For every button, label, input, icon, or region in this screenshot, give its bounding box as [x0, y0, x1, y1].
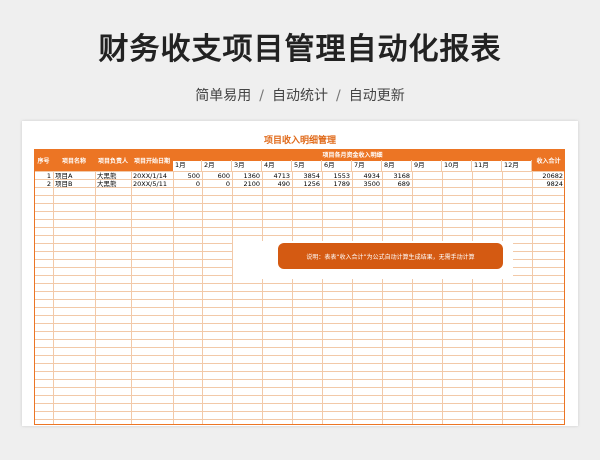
table-cell: 20682 — [542, 172, 563, 180]
header-owner: 项目负责人 — [97, 157, 128, 165]
header-total: 收入合计 — [536, 157, 561, 165]
table-cell: 项目A — [55, 172, 73, 180]
table-cell: 大黑熊 — [97, 172, 117, 180]
table-cell: 3854 — [303, 172, 320, 180]
grid-column-line — [202, 171, 203, 424]
table-border — [34, 149, 35, 425]
table-cell: 9824 — [546, 180, 563, 188]
table-cell — [502, 180, 532, 188]
month-header-cell: 7月 — [352, 160, 382, 171]
table-cell: 项目B — [55, 180, 73, 188]
table-cell: 689 — [397, 180, 410, 188]
month-header-cell: 5月 — [292, 160, 322, 171]
subtitle-separator: / — [336, 88, 341, 104]
table-cell — [412, 172, 442, 180]
table-cell: 0 — [225, 180, 230, 188]
month-header-cell: 3月 — [232, 160, 262, 171]
table-cell: 20XX/1/14 — [133, 172, 167, 180]
subtitle-item-update: 自动更新 — [348, 88, 405, 104]
grid-column-line — [412, 171, 413, 424]
subtitle-separator: / — [259, 88, 264, 104]
table-cell: 2 — [46, 180, 51, 188]
month-header-cell: 4月 — [262, 160, 292, 171]
table-cell: 3500 — [363, 180, 380, 188]
grid-column-line — [262, 171, 263, 424]
grid-column-line — [352, 171, 353, 424]
month-header-cell: 11月 — [472, 160, 502, 171]
grid-column-line — [53, 171, 54, 424]
grid-column-line — [173, 171, 174, 424]
month-header-cell: 6月 — [322, 160, 352, 171]
table-cell: 1 — [46, 172, 51, 180]
month-header-cell: 9月 — [412, 160, 442, 171]
subtitle-item-stats: 自动统计 — [272, 88, 328, 104]
formula-note: 说明：表表“收入合计”为公式自动计算生成结果，无需手动计算 — [278, 243, 503, 269]
subtitle-item-easy: 简单易用 — [195, 88, 252, 104]
sheet-title: 项目收入明细管理 — [263, 136, 336, 146]
table-cell — [502, 172, 532, 180]
grid-column-line — [472, 171, 473, 424]
table-cell: 1553 — [333, 172, 350, 180]
table-cell: 1789 — [333, 180, 350, 188]
grid-column-line — [322, 171, 323, 424]
month-header-cell: 2月 — [202, 160, 232, 171]
table-cell: 3168 — [393, 172, 410, 180]
header-monthly-group: 项目各月资金收入明细 — [322, 152, 383, 159]
month-header-cell: 1月 — [173, 160, 202, 171]
page-subtitle: 简单易用 / 自动统计 / 自动更新 — [0, 85, 600, 105]
table-border — [564, 149, 565, 425]
table-cell: 600 — [217, 172, 230, 180]
grid-column-line — [232, 171, 233, 424]
table-cell — [472, 172, 502, 180]
table-grid — [34, 171, 565, 424]
table-cell: 20XX/5/11 — [133, 180, 167, 188]
table-cell: 1360 — [243, 172, 260, 180]
table-cell: 0 — [195, 180, 200, 188]
table-cell: 2100 — [243, 180, 260, 188]
grid-column-line — [382, 171, 383, 424]
grid-column-line — [131, 171, 132, 424]
table-cell: 4934 — [363, 172, 380, 180]
month-header-cell: 12月 — [502, 160, 532, 171]
month-header-cell: 8月 — [382, 160, 412, 171]
grid-column-line — [95, 171, 96, 424]
header-seq: 序号 — [37, 157, 50, 165]
header-start-date: 项目开始日期 — [133, 157, 170, 165]
grid-column-line — [292, 171, 293, 424]
header-name: 项目名称 — [61, 157, 86, 165]
grid-column-line — [502, 171, 503, 424]
page-title: 财务收支项目管理自动化报表 — [98, 32, 502, 67]
table-cell: 4713 — [273, 172, 290, 180]
month-header-cell: 10月 — [442, 160, 472, 171]
grid-column-line — [532, 171, 533, 424]
table-cell: 500 — [187, 172, 200, 180]
table-cell — [442, 180, 472, 188]
table-cell — [412, 180, 442, 188]
table-cell: 490 — [277, 180, 290, 188]
table-cell — [442, 172, 472, 180]
table-cell: 1256 — [303, 180, 320, 188]
table-cell: 大黑熊 — [97, 180, 117, 188]
spreadsheet-preview: 项目收入明细管理 序号 项目名称 项目负责人 项目开始日期 项目各月资金收入明细… — [22, 121, 578, 426]
table-border — [34, 424, 565, 425]
grid-column-line — [442, 171, 443, 424]
table-cell — [472, 180, 502, 188]
